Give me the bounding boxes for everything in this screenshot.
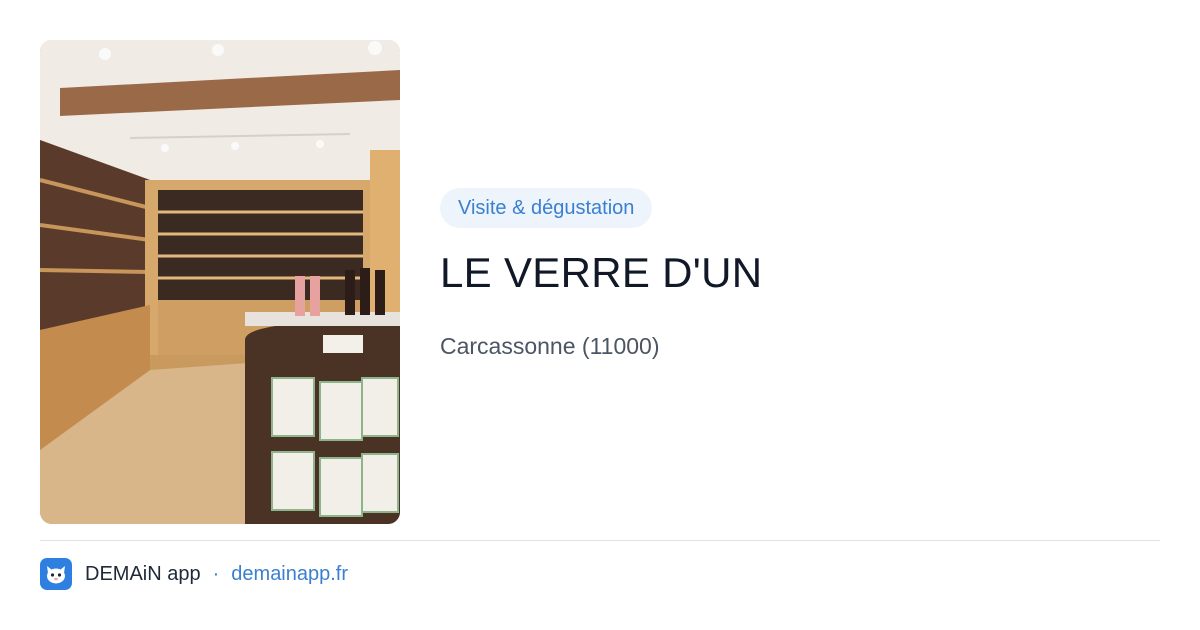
shop-photo	[40, 40, 400, 524]
listing-info: Visite & dégustation LE VERRE D'UN Carca…	[440, 188, 762, 360]
domain-link[interactable]: demainapp.fr	[231, 563, 348, 586]
cat-face-icon	[40, 558, 72, 590]
listing-location: Carcassonne (11000)	[440, 333, 660, 359]
footer: DEMAiN app · demainapp.fr	[40, 558, 348, 590]
footer-separator: ·	[212, 562, 220, 585]
category-badge: Visite & dégustation	[440, 188, 653, 228]
app-name: DEMAiN app	[85, 562, 201, 585]
listing-title: LE VERRE D'UN	[440, 249, 763, 296]
share-card: Visite & dégustation LE VERRE D'UN Carca…	[0, 0, 1200, 630]
wine-shop-interior-photo	[40, 40, 400, 524]
footer-divider	[40, 540, 1160, 541]
